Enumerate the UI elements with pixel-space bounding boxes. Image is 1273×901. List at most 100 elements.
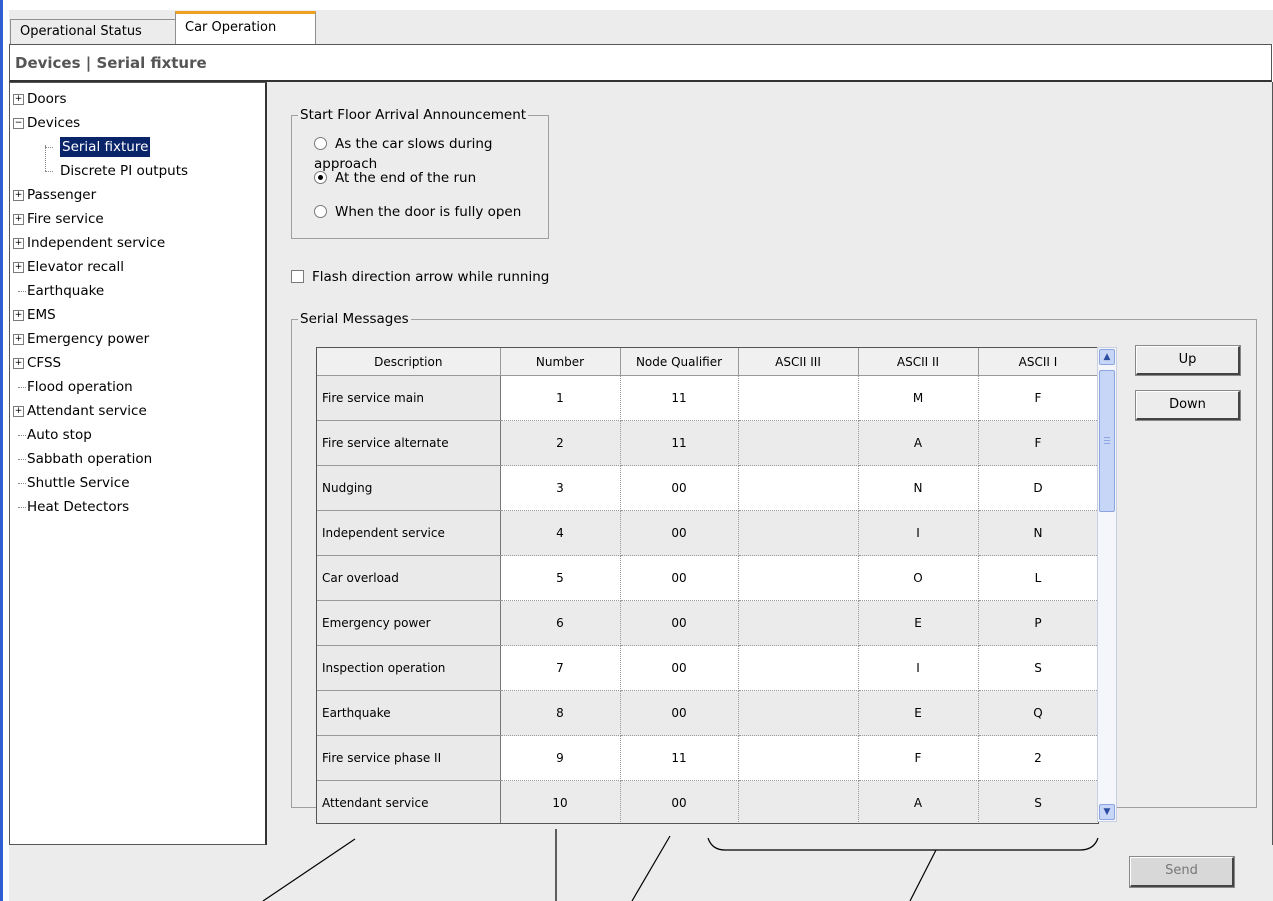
table-cell[interactable]: N bbox=[978, 510, 1098, 556]
table-cell[interactable]: 00 bbox=[620, 465, 739, 511]
column-header[interactable]: Description bbox=[317, 348, 501, 376]
expand-icon[interactable]: + bbox=[13, 310, 24, 321]
table-row[interactable]: Independent service 4 00 I N bbox=[317, 510, 1098, 556]
table-cell[interactable] bbox=[738, 780, 859, 823]
expand-icon[interactable]: + bbox=[13, 262, 24, 273]
table-cell[interactable]: 9 bbox=[500, 735, 621, 781]
table-cell[interactable]: I bbox=[858, 510, 979, 556]
table-row[interactable]: Inspection operation 7 00 I S bbox=[317, 645, 1098, 691]
table-cell[interactable]: 00 bbox=[620, 690, 739, 736]
table-cell[interactable]: S bbox=[978, 780, 1098, 823]
column-header[interactable]: ASCII II bbox=[858, 348, 979, 376]
up-button[interactable]: Up bbox=[1135, 345, 1241, 376]
table-cell[interactable]: P bbox=[978, 600, 1098, 646]
table-cell[interactable]: 2 bbox=[978, 735, 1098, 781]
table-cell[interactable]: 00 bbox=[620, 600, 739, 646]
table-cell[interactable] bbox=[738, 645, 859, 691]
table-cell[interactable] bbox=[738, 510, 859, 556]
table-cell[interactable] bbox=[738, 690, 859, 736]
table-row[interactable]: Attendant service 10 00 A S bbox=[317, 780, 1098, 823]
table-cell[interactable] bbox=[738, 420, 859, 466]
table-cell[interactable]: A bbox=[858, 420, 979, 466]
table-cell[interactable]: 11 bbox=[620, 420, 739, 466]
tab-car-operation[interactable]: Car Operation bbox=[175, 11, 316, 44]
table-row[interactable]: Fire service phase II 9 11 F 2 bbox=[317, 735, 1098, 781]
table-cell[interactable]: F bbox=[978, 420, 1098, 466]
table-row[interactable]: Earthquake 8 00 E Q bbox=[317, 690, 1098, 736]
table-cell[interactable]: Fire service phase II bbox=[317, 735, 501, 781]
radio-button[interactable] bbox=[314, 171, 327, 184]
table-cell[interactable]: 3 bbox=[500, 465, 621, 511]
table-cell[interactable]: I bbox=[858, 645, 979, 691]
table-cell[interactable]: N bbox=[858, 465, 979, 511]
table-cell[interactable]: F bbox=[978, 375, 1098, 421]
table-cell[interactable]: 7 bbox=[500, 645, 621, 691]
table-cell[interactable]: 10 bbox=[500, 780, 621, 823]
column-header[interactable]: Node Qualifier bbox=[620, 348, 739, 376]
table-row[interactable]: Nudging 3 00 N D bbox=[317, 465, 1098, 511]
radio-button[interactable] bbox=[314, 205, 327, 218]
chevron-up-icon[interactable]: ▲ bbox=[1099, 349, 1115, 365]
table-cell[interactable]: Nudging bbox=[317, 465, 501, 511]
expand-icon[interactable]: + bbox=[13, 214, 24, 225]
table-cell[interactable]: L bbox=[978, 555, 1098, 601]
chevron-down-icon[interactable]: ▼ bbox=[1099, 804, 1115, 820]
table-cell[interactable]: Q bbox=[978, 690, 1098, 736]
collapse-icon[interactable]: − bbox=[13, 118, 24, 129]
table-cell[interactable]: 11 bbox=[620, 735, 739, 781]
table-cell[interactable]: 4 bbox=[500, 510, 621, 556]
table-scrollbar[interactable]: ▲ ▼ bbox=[1097, 347, 1117, 822]
column-header[interactable]: Number bbox=[500, 348, 621, 376]
table-cell[interactable]: D bbox=[978, 465, 1098, 511]
table-cell[interactable]: Car overload bbox=[317, 555, 501, 601]
expand-icon[interactable]: + bbox=[13, 190, 24, 201]
table-cell[interactable]: Fire service main bbox=[317, 375, 501, 421]
table-cell[interactable]: 6 bbox=[500, 600, 621, 646]
send-button[interactable]: Send bbox=[1129, 856, 1235, 888]
table-cell[interactable]: A bbox=[858, 780, 979, 823]
table-cell[interactable]: 00 bbox=[620, 645, 739, 691]
table-row[interactable]: Car overload 5 00 O L bbox=[317, 555, 1098, 601]
radio-button[interactable] bbox=[314, 137, 327, 150]
table-cell[interactable]: 8 bbox=[500, 690, 621, 736]
table-cell[interactable]: 2 bbox=[500, 420, 621, 466]
radio-option-end-of-run[interactable]: At the end of the run bbox=[314, 168, 476, 188]
radio-option-slows[interactable]: As the car slows during approach bbox=[314, 134, 548, 172]
table-cell[interactable] bbox=[738, 375, 859, 421]
expand-icon[interactable]: + bbox=[13, 238, 24, 249]
down-button[interactable]: Down bbox=[1135, 390, 1241, 421]
column-header[interactable]: ASCII I bbox=[978, 348, 1098, 376]
table-cell[interactable] bbox=[738, 555, 859, 601]
table-row[interactable]: Fire service alternate 2 11 A F bbox=[317, 420, 1098, 466]
table-cell[interactable]: Fire service alternate bbox=[317, 420, 501, 466]
table-cell[interactable]: 00 bbox=[620, 555, 739, 601]
table-cell[interactable] bbox=[738, 735, 859, 781]
radio-option-door-open[interactable]: When the door is fully open bbox=[314, 202, 521, 222]
table-cell[interactable]: M bbox=[858, 375, 979, 421]
tab-operational-status[interactable]: Operational Status bbox=[10, 19, 176, 45]
table-cell[interactable]: Emergency power bbox=[317, 600, 501, 646]
table-cell[interactable]: E bbox=[858, 690, 979, 736]
expand-icon[interactable]: + bbox=[13, 334, 24, 345]
table-cell[interactable]: F bbox=[858, 735, 979, 781]
table-cell[interactable]: E bbox=[858, 600, 979, 646]
table-cell[interactable]: 11 bbox=[620, 375, 739, 421]
table-cell[interactable]: 5 bbox=[500, 555, 621, 601]
table-cell[interactable]: 00 bbox=[620, 780, 739, 823]
expand-icon[interactable]: + bbox=[13, 406, 24, 417]
scrollbar-thumb[interactable] bbox=[1099, 370, 1115, 512]
expand-icon[interactable]: + bbox=[13, 94, 24, 105]
flash-arrow-checkbox-row[interactable]: Flash direction arrow while running bbox=[291, 267, 549, 287]
table-cell[interactable]: 1 bbox=[500, 375, 621, 421]
table-cell[interactable]: Attendant service bbox=[317, 780, 501, 823]
table-row[interactable]: Fire service main 1 11 M F bbox=[317, 375, 1098, 421]
table-cell[interactable]: Independent service bbox=[317, 510, 501, 556]
flash-arrow-checkbox[interactable] bbox=[291, 270, 304, 283]
column-header[interactable]: ASCII III bbox=[738, 348, 859, 376]
table-cell[interactable]: Inspection operation bbox=[317, 645, 501, 691]
table-cell[interactable]: 00 bbox=[620, 510, 739, 556]
table-cell[interactable]: O bbox=[858, 555, 979, 601]
table-row[interactable]: Emergency power 6 00 E P bbox=[317, 600, 1098, 646]
table-cell[interactable]: S bbox=[978, 645, 1098, 691]
expand-icon[interactable]: + bbox=[13, 358, 24, 369]
